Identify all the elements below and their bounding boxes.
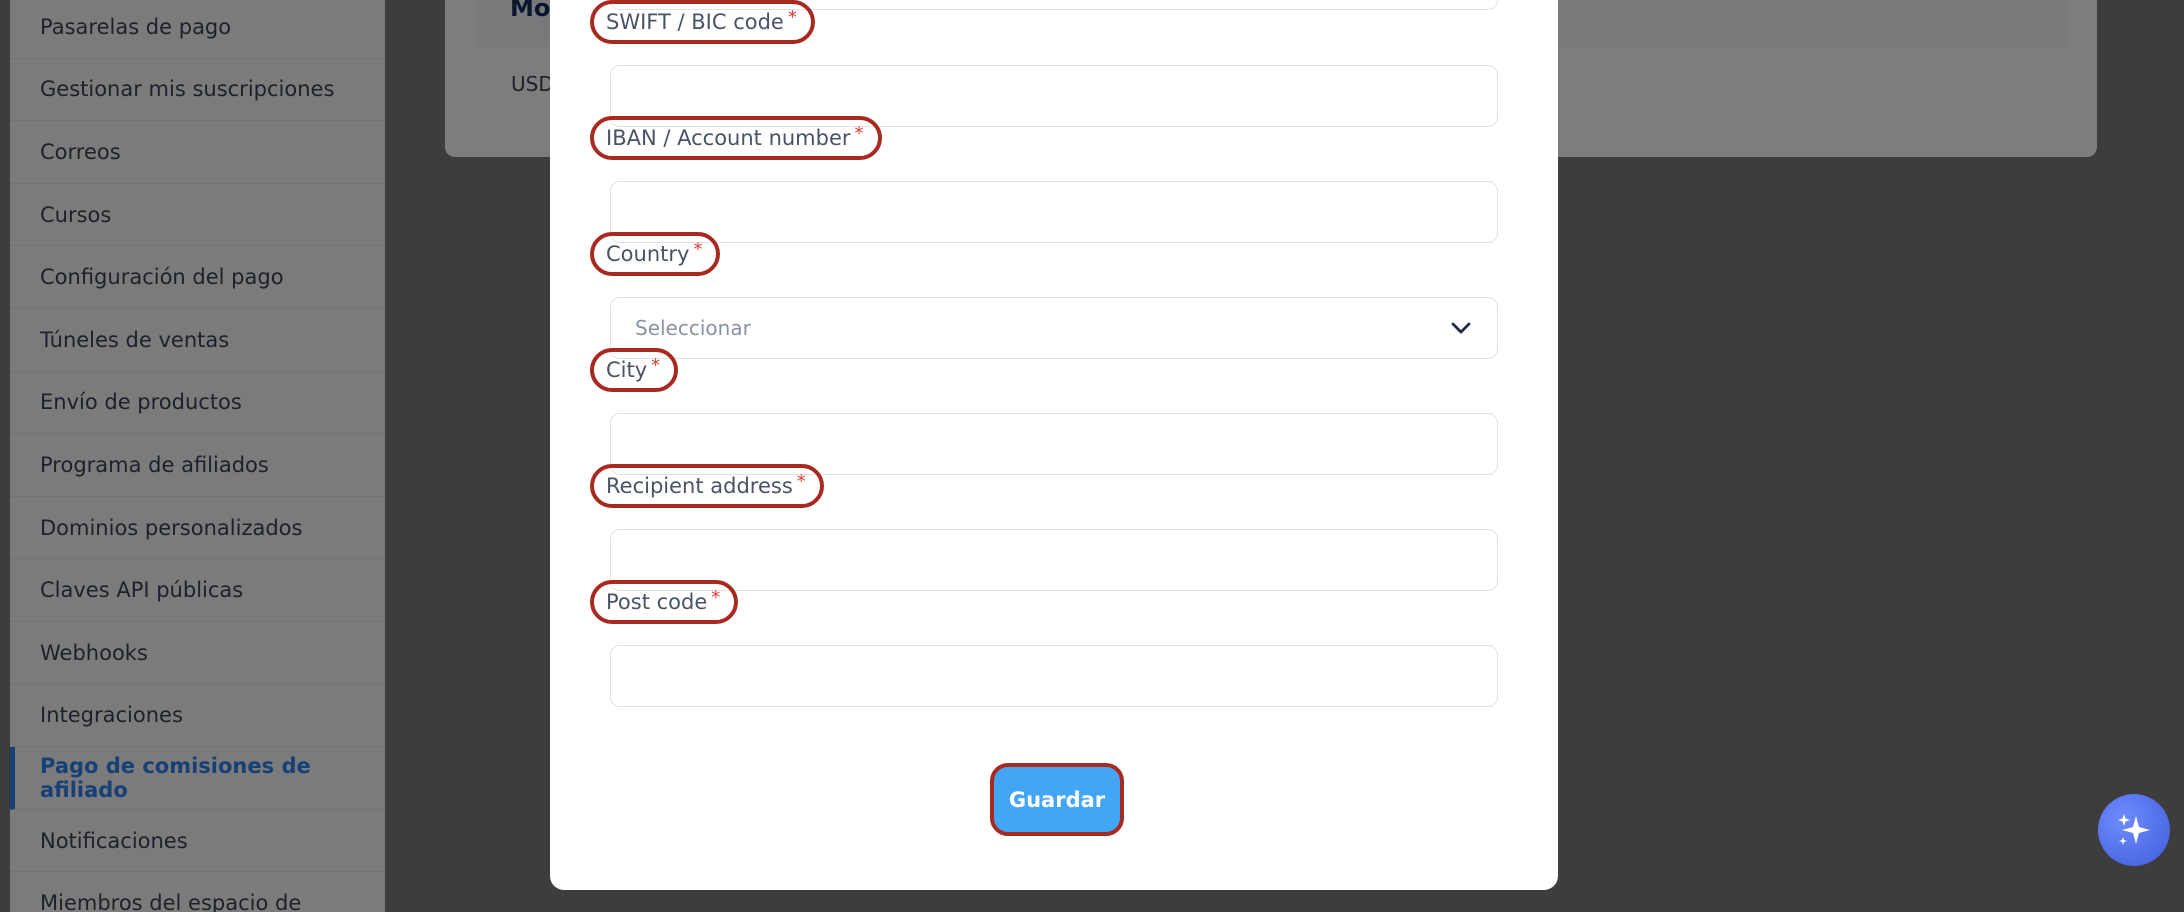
iban-input[interactable] [610,181,1498,243]
required-mark: * [787,6,797,28]
post-code-input[interactable] [610,645,1498,707]
save-button[interactable]: Guardar [990,763,1124,836]
country-label-text: Country [606,242,690,266]
required-mark: * [693,238,703,260]
required-mark: * [854,122,864,144]
city-label: City * [590,348,679,392]
recipient-address-label-text: Recipient address [606,474,793,498]
chevron-down-icon [1451,322,1471,334]
sparkles-icon [2118,814,2150,845]
swift-label: SWIFT / BIC code * [590,0,815,44]
recipient-address-label: Recipient address * [590,464,824,508]
country-select-placeholder: Seleccionar [635,316,751,340]
swift-label-text: SWIFT / BIC code [606,10,784,34]
post-code-label-text: Post code [606,590,708,614]
ai-assistant-button[interactable] [2098,794,2170,866]
country-select[interactable]: Seleccionar [610,297,1498,359]
city-label-text: City [606,358,648,382]
payout-details-modal: SWIFT / BIC code * IBAN / Account number *… [550,0,1558,890]
required-mark: * [796,470,806,492]
required-mark: * [651,354,661,376]
country-label: Country * [590,232,721,276]
iban-label: IBAN / Account number * [590,116,882,160]
required-mark: * [711,586,721,608]
iban-label-text: IBAN / Account number [606,126,851,150]
post-code-label: Post code * [590,580,739,624]
recipient-address-input[interactable] [610,529,1498,591]
